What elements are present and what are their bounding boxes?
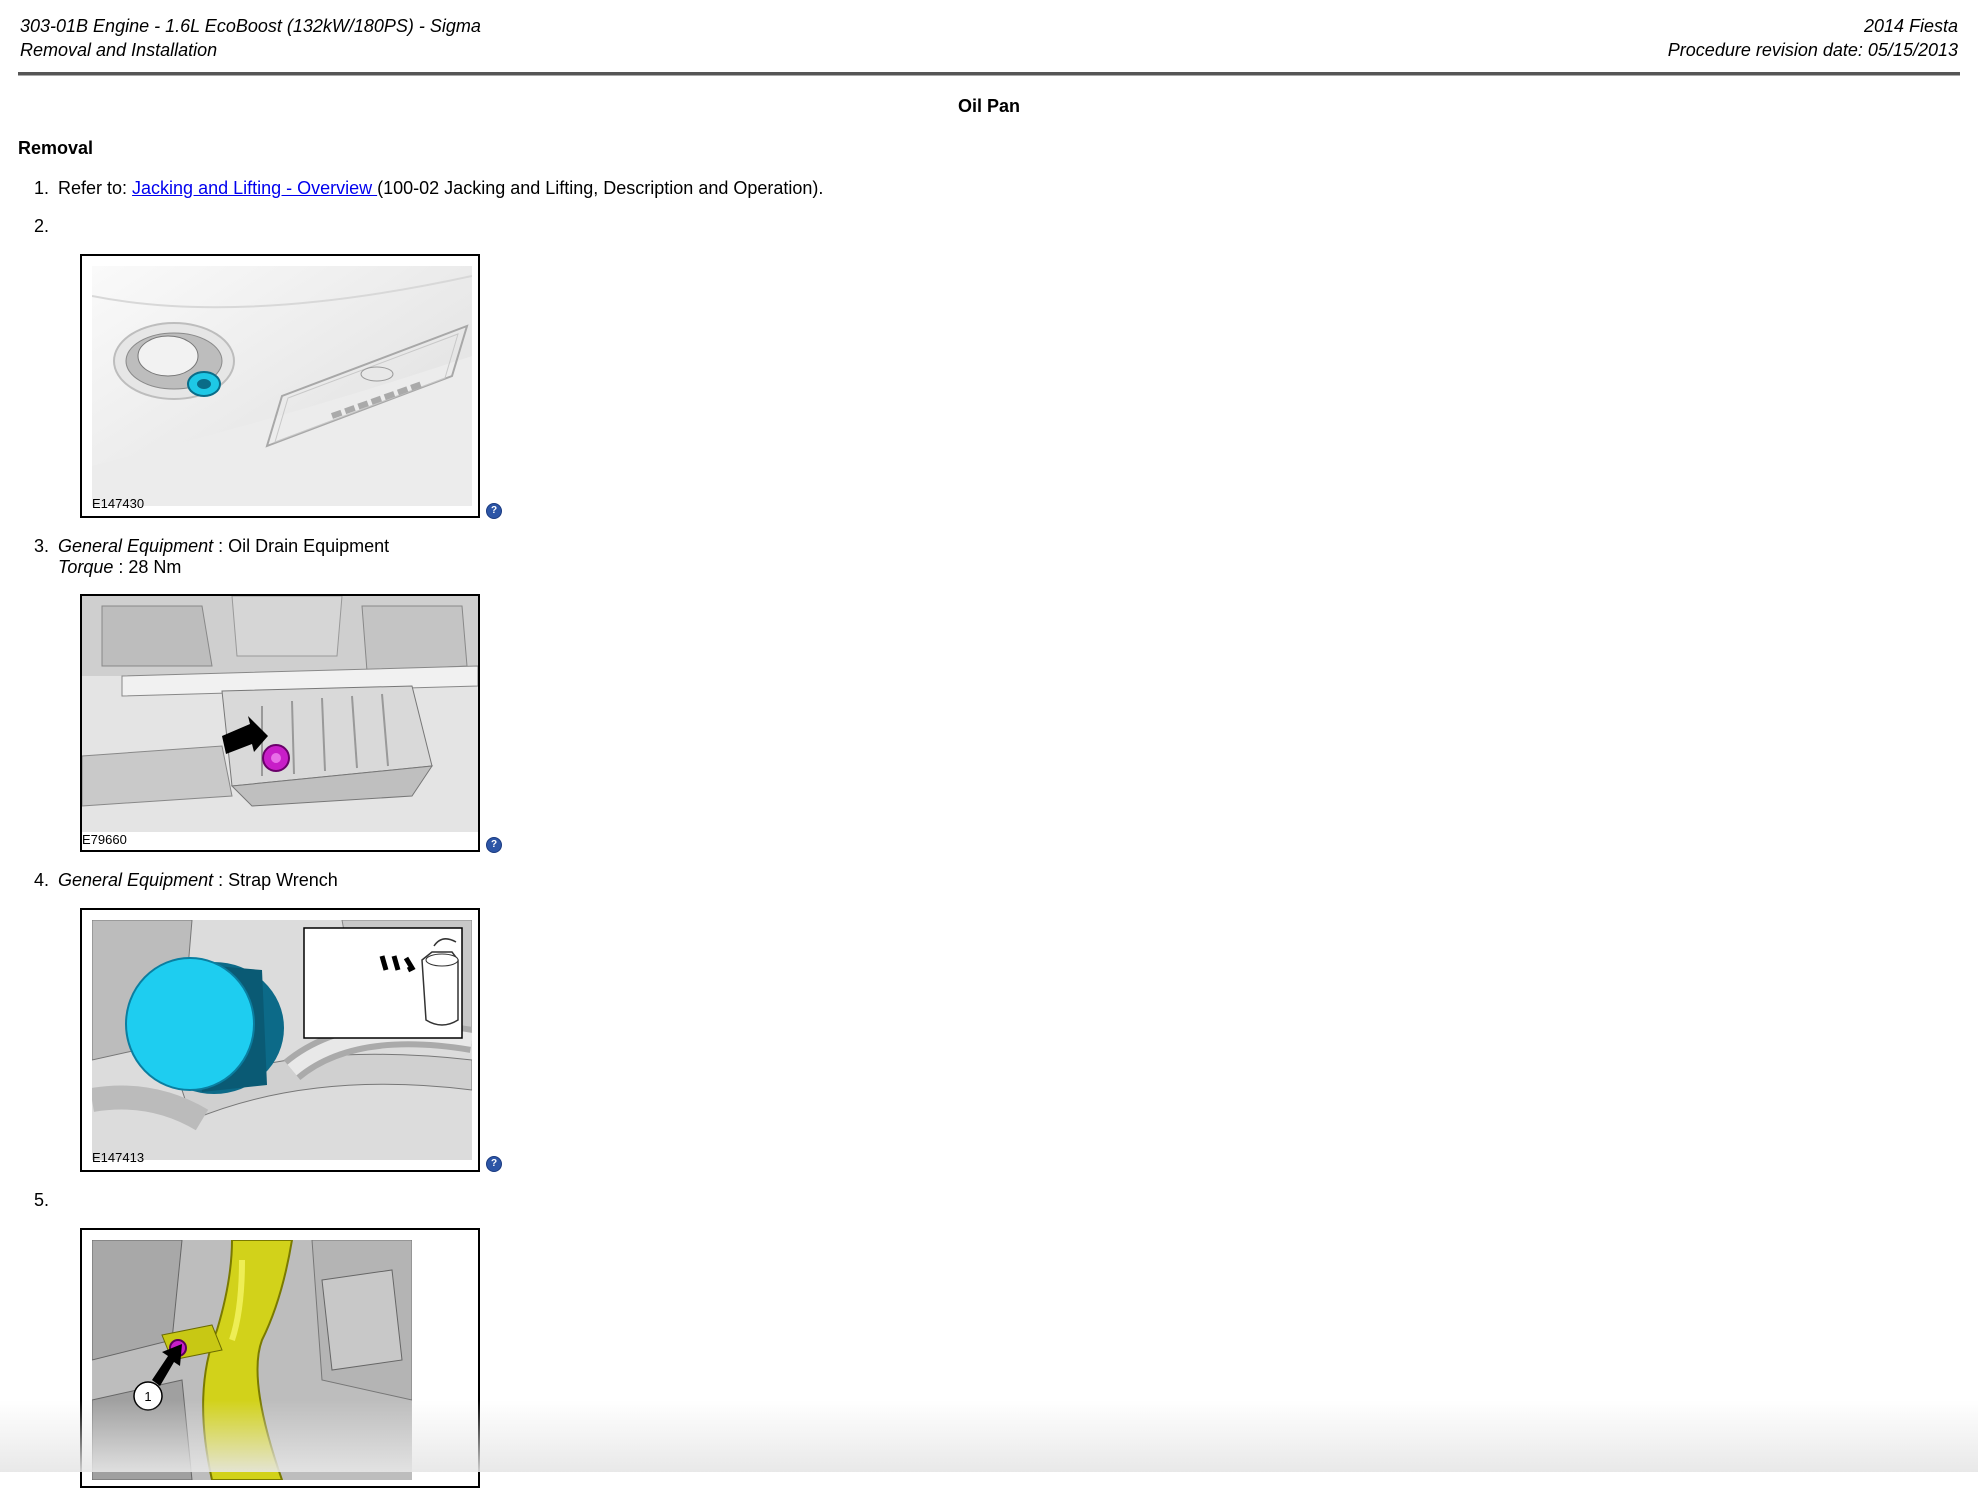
spec-label: General Equipment: [58, 536, 214, 556]
step-number: 3.: [34, 536, 50, 556]
step-2: 2.: [34, 216, 58, 237]
header-vehicle: 2014 Fiesta: [1863, 16, 1958, 36]
page-title: Oil Pan: [957, 96, 1020, 116]
step-number: 2.: [34, 216, 50, 236]
figure-id: E79660: [82, 832, 127, 847]
page-bottom-shadow: [0, 1400, 1978, 1472]
spec-value: : Strap Wrench: [213, 870, 338, 890]
step-number: 4.: [34, 870, 50, 890]
step-1: 1. Refer to: Jacking and Lifting - Overv…: [34, 178, 823, 199]
spec-value: : Oil Drain Equipment: [213, 536, 390, 556]
step-number: 5.: [34, 1190, 50, 1210]
spec-value: : 28 Nm: [113, 557, 182, 577]
help-icon[interactable]: ?: [486, 1156, 502, 1172]
step-number: 1.: [34, 178, 50, 198]
step-text: Refer to:: [58, 178, 133, 198]
figure-engine-cover: E147430: [80, 254, 480, 518]
oil-pan-illustration: [82, 596, 478, 832]
spec-label: General Equipment: [58, 870, 214, 890]
figure-id: E147413: [92, 1150, 145, 1165]
oil-filter-illustration: [92, 920, 472, 1160]
help-icon[interactable]: ?: [486, 503, 502, 519]
help-icon[interactable]: ?: [486, 837, 502, 853]
jacking-lifting-link[interactable]: Jacking and Lifting - Overview: [132, 178, 377, 198]
step-text: (100-02 Jacking and Lifting, Description…: [377, 178, 824, 198]
header-revision-date: Procedure revision date: 05/15/2013: [1667, 40, 1958, 60]
header-engine-title: 303-01B Engine - 1.6L EcoBoost (132kW/18…: [20, 16, 481, 36]
engine-cover-illustration: [92, 266, 472, 506]
figure-id: E147430: [92, 496, 145, 511]
spec-label: Torque: [58, 557, 114, 577]
header-divider: [18, 72, 1960, 76]
section-heading-removal: Removal: [18, 138, 94, 158]
figure-oil-filter: E147413: [80, 908, 480, 1172]
step-5: 5.: [34, 1190, 58, 1211]
step-4: 4. General Equipment : Strap Wrench: [34, 870, 338, 891]
figure-oil-pan-drain-plug: E79660: [80, 594, 480, 852]
step-3: 3. General Equipment : Oil Drain Equipme…: [34, 536, 389, 577]
header-procedure-type: Removal and Installation: [20, 40, 218, 60]
